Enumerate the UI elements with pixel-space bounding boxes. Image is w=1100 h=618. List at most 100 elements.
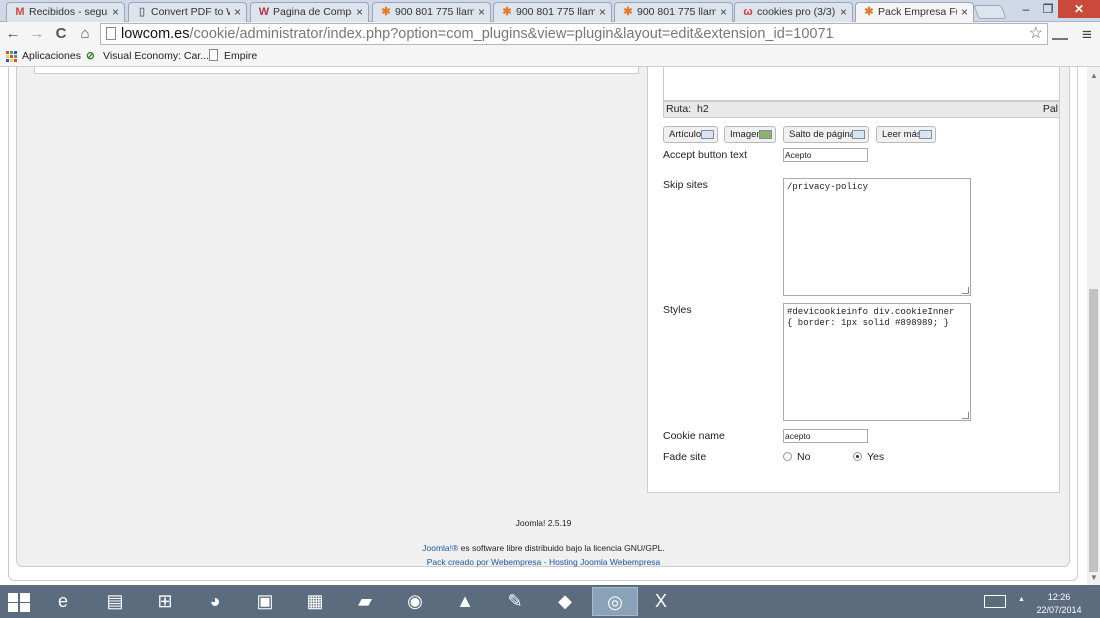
calculator-icon[interactable]: ▦ — [292, 587, 338, 616]
menu-icon[interactable]: ≡ — [1078, 25, 1096, 45]
minimize-button[interactable]: ‒ — [1016, 0, 1036, 18]
page-break-button-label: Salto de página — [789, 129, 856, 140]
vlc-icon[interactable]: ▲ — [442, 587, 488, 616]
page-icon — [106, 27, 116, 40]
image-button[interactable]: Imagen — [724, 126, 776, 143]
resize-grip-icon[interactable] — [962, 412, 969, 419]
scrollbar-thumb[interactable] — [1089, 289, 1098, 572]
tab-close-icon[interactable]: × — [112, 5, 119, 19]
reload-button[interactable]: C — [52, 25, 70, 42]
gimp-icon[interactable]: ◆ — [542, 587, 588, 616]
path-value: h2 — [697, 103, 709, 115]
windows-store-icon[interactable]: ⊞ — [142, 587, 188, 616]
chrome-icon[interactable]: ◎ — [592, 587, 638, 616]
bookmark-star-icon[interactable]: ☆ — [1029, 24, 1043, 44]
article-button[interactable]: Artículo — [663, 126, 718, 143]
clock-date: 22/07/2014 — [1036, 605, 1082, 615]
article-icon — [701, 130, 714, 139]
gmail-icon: M — [15, 6, 25, 18]
tab-title: Convert PDF to W — [151, 6, 230, 18]
bookmark-visual-economy[interactable]: Visual Economy: Car... — [103, 50, 209, 62]
windows-start-icon[interactable] — [8, 593, 30, 612]
paint-icon[interactable]: ✎ — [492, 587, 538, 616]
tab-3[interactable]: W Pagina de Compa × — [250, 2, 369, 22]
fade-yes-radio[interactable]: Yes — [853, 451, 884, 463]
joomla-link[interactable]: Joomla!® — [422, 543, 458, 553]
file-explorer-icon[interactable]: ▤ — [92, 587, 138, 616]
windows-taskbar: e ▤ ⊞ ◕ ▣ ▦ ▰ ◉ ▲ ✎ ◆ ◎ X ▲ 12:26 22/07/2014 — [0, 585, 1100, 618]
radio-circle-icon[interactable] — [783, 452, 792, 461]
tab-close-icon[interactable]: × — [234, 5, 241, 19]
url-path: /cookie/administrator/index.php?option=c… — [189, 26, 834, 42]
joomla-version: Joomla! 2.5.19 — [515, 518, 572, 528]
close-window-button[interactable]: ✕ — [1058, 0, 1100, 18]
webempresa-pack-link[interactable]: Pack creado por Webempresa — [427, 557, 542, 567]
details-panel — [34, 67, 639, 74]
scroll-down-icon[interactable]: ▼ — [1090, 573, 1098, 582]
license-line: Joomla!® es software libre distribuido b… — [0, 543, 1087, 553]
image-icon — [759, 130, 772, 139]
rich-text-editor-area[interactable] — [663, 67, 1060, 101]
visual-economy-icon: ⊘ — [86, 50, 95, 62]
page-break-button[interactable]: Salto de página — [783, 126, 869, 143]
tab-8[interactable]: ✱ Pack Empresa Full × — [855, 2, 974, 23]
page-icon: ▯ — [138, 6, 146, 18]
accept-button-text-label: Accept button text — [663, 149, 748, 161]
page-icon: W — [258, 6, 270, 18]
back-button[interactable]: ← — [4, 25, 22, 42]
new-tab-button[interactable] — [973, 5, 1007, 19]
joomla-icon: ✱ — [623, 6, 633, 18]
tab-close-icon[interactable]: × — [356, 5, 363, 19]
user-icon[interactable] — [1052, 26, 1068, 40]
cookie-icon: ω — [743, 6, 753, 18]
clock-time: 12:26 — [1047, 592, 1071, 602]
movie-maker-icon[interactable]: ▰ — [342, 587, 388, 616]
clock[interactable]: 12:26 22/07/2014 — [1034, 591, 1084, 617]
restore-button[interactable]: ❐ — [1038, 0, 1058, 18]
tab-4[interactable]: ✱ 900 801 775 llama × — [372, 2, 491, 22]
credits-separator: - — [541, 557, 549, 567]
styles-textarea[interactable]: #devicookieinfo div.cookieInner { border… — [783, 303, 971, 421]
fade-no-radio[interactable]: No — [783, 451, 810, 463]
tab-7[interactable]: ω cookies pro (3/3) - × — [734, 2, 853, 22]
scroll-up-icon[interactable]: ▲ — [1090, 71, 1098, 80]
read-more-button[interactable]: Leer más — [876, 126, 936, 143]
skip-sites-label: Skip sites — [663, 179, 708, 191]
tab-close-icon[interactable]: × — [599, 5, 606, 19]
joomla-icon: ✱ — [381, 6, 391, 18]
teamviewer-icon[interactable]: ◉ — [392, 587, 438, 616]
skip-sites-textarea[interactable]: /privacy-policy — [783, 178, 971, 296]
hosting-link[interactable]: Hosting Joomla Webempresa — [549, 557, 660, 567]
excel-icon[interactable]: X — [638, 587, 684, 616]
tab-close-icon[interactable]: × — [840, 5, 847, 19]
tab-close-icon[interactable]: × — [720, 5, 727, 19]
styles-value: #devicookieinfo div.cookieInner { border… — [787, 307, 955, 328]
tab-2[interactable]: ▯ Convert PDF to W × — [128, 2, 247, 22]
internet-explorer-icon[interactable]: e — [40, 587, 86, 616]
address-bar[interactable]: lowcom.es/cookie/administrator/index.php… — [100, 23, 1048, 45]
page-break-icon — [852, 130, 865, 139]
path-label: Ruta: — [666, 103, 692, 115]
tab-close-icon[interactable]: × — [961, 5, 968, 19]
cookie-name-input[interactable]: acepto — [783, 429, 868, 443]
tab-1[interactable]: M Recibidos - segurc × — [6, 2, 125, 22]
read-more-icon — [919, 130, 932, 139]
tab-title: cookies pro (3/3) - — [757, 6, 836, 18]
picasa-icon[interactable]: ◕ — [192, 587, 238, 616]
forward-button[interactable]: → — [28, 25, 46, 42]
home-button[interactable]: ⌂ — [76, 25, 94, 42]
page-scrollbar[interactable]: ▲ ▼ — [1087, 67, 1100, 585]
photo-viewer-icon[interactable]: ▣ — [242, 587, 288, 616]
tab-close-icon[interactable]: × — [478, 5, 485, 19]
resize-grip-icon[interactable] — [962, 287, 969, 294]
bookmark-apps[interactable]: Aplicaciones — [22, 50, 81, 62]
radio-circle-icon[interactable] — [853, 452, 862, 461]
keyboard-icon[interactable] — [984, 595, 1006, 608]
skip-sites-value: /privacy-policy — [787, 182, 869, 192]
tray-expand-icon[interactable]: ▲ — [1018, 596, 1025, 603]
bookmark-empire[interactable]: Empire — [224, 50, 257, 62]
accept-button-text-input[interactable]: Acepto — [783, 148, 868, 162]
image-button-label: Imagen — [730, 129, 762, 140]
tab-5[interactable]: ✱ 900 801 775 llama × — [493, 2, 612, 22]
tab-6[interactable]: ✱ 900 801 775 llama × — [614, 2, 733, 22]
